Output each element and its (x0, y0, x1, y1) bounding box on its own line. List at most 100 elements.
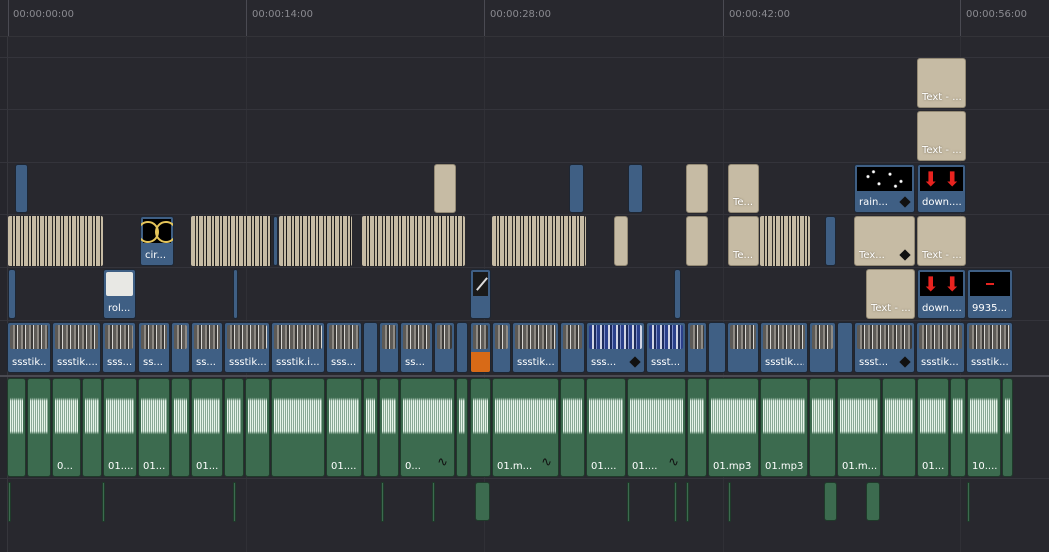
audio-clip[interactable] (381, 482, 384, 522)
video-clip[interactable]: ssstik... (7, 322, 51, 373)
audio-clip[interactable]: 01.m... (837, 378, 881, 477)
audio-clip[interactable] (224, 378, 244, 477)
title-clip[interactable]: Text - ... (917, 111, 966, 161)
video-clip[interactable] (687, 322, 707, 373)
video-clip[interactable]: ⬇ ⬇ down.... (917, 269, 966, 319)
video-clip[interactable]: ssst... (646, 322, 686, 373)
audio-clip[interactable]: 01.... (191, 378, 223, 477)
audio-clip[interactable]: 0... (52, 378, 81, 477)
video-clip[interactable]: rain... (854, 164, 915, 213)
video-clip[interactable]: cir... (140, 216, 174, 266)
audio-clip[interactable]: 01.... (586, 378, 626, 477)
audio-clip[interactable] (809, 378, 836, 477)
video-clip[interactable] (470, 269, 491, 319)
video-clip[interactable] (628, 164, 643, 213)
title-clip-group[interactable] (492, 216, 586, 266)
audio-clip[interactable]: 01.... (103, 378, 137, 477)
video-clip[interactable]: ss... (400, 322, 433, 373)
audio-clip[interactable] (1002, 378, 1013, 477)
audio-clip[interactable]: 01.... (326, 378, 362, 477)
video-clip[interactable]: ssst... (854, 322, 915, 373)
audio-clip[interactable]: 10.... (967, 378, 1001, 477)
video-clip[interactable] (171, 322, 190, 373)
audio-clip[interactable] (470, 378, 491, 477)
video-clip[interactable] (456, 322, 468, 373)
title-clip-group[interactable] (279, 216, 352, 266)
timeline[interactable]: 00:00:00:00 00:00:14:00 00:00:28:00 00:0… (0, 0, 1049, 552)
title-clip-group[interactable] (760, 216, 810, 266)
title-clip[interactable]: Text - ... (917, 216, 966, 266)
title-clip[interactable] (686, 164, 708, 213)
video-clip[interactable] (674, 269, 681, 319)
audio-clip[interactable]: 01.... (138, 378, 170, 477)
title-clip-group[interactable] (191, 216, 271, 266)
video-clip[interactable]: ssstik.... (512, 322, 559, 373)
video-clip[interactable]: ⬇ ⬇ down.... (917, 164, 966, 213)
video-clip[interactable]: sss... (586, 322, 645, 373)
title-clip-group[interactable] (8, 216, 103, 266)
audio-clip[interactable] (245, 378, 270, 477)
audio-clip[interactable] (8, 482, 11, 522)
audio-clip[interactable]: 01.... (917, 378, 949, 477)
audio-clip[interactable] (824, 482, 837, 521)
title-clip[interactable] (686, 216, 708, 266)
title-clip-group[interactable] (362, 216, 465, 266)
video-clip[interactable] (708, 322, 726, 373)
audio-clip[interactable] (967, 482, 970, 522)
audio-clip[interactable] (687, 378, 707, 477)
video-clip[interactable]: ss... (138, 322, 170, 373)
audio-clip[interactable] (82, 378, 102, 477)
video-clip[interactable] (492, 322, 511, 373)
audio-clip[interactable] (475, 482, 490, 521)
video-clip[interactable]: rol... (103, 269, 136, 319)
video-clip[interactable]: ssstik.... (52, 322, 101, 373)
audio-clip[interactable] (363, 378, 378, 477)
video-clip[interactable]: sss... (102, 322, 136, 373)
audio-clip[interactable] (233, 482, 236, 522)
video-clip[interactable] (273, 216, 278, 266)
audio-clip[interactable] (456, 378, 468, 477)
selected-video-clip[interactable] (470, 322, 491, 373)
audio-clip[interactable] (882, 378, 916, 477)
title-clip[interactable]: Te... (728, 164, 759, 213)
audio-clip[interactable] (627, 482, 630, 522)
video-clip[interactable] (560, 322, 585, 373)
title-clip[interactable]: Text - ... (866, 269, 915, 319)
video-clip[interactable]: ssstik... (224, 322, 270, 373)
audio-clip[interactable]: 01.... ∿ (627, 378, 686, 477)
audio-clip[interactable] (728, 482, 731, 522)
video-clip[interactable]: 9935... (967, 269, 1013, 319)
title-clip[interactable]: Text - ... (917, 58, 966, 108)
audio-clip[interactable] (686, 482, 689, 522)
video-clip[interactable] (363, 322, 378, 373)
video-clip[interactable] (809, 322, 836, 373)
audio-clip[interactable] (7, 378, 26, 477)
title-clip[interactable]: Tex... (854, 216, 915, 266)
video-clip[interactable]: sss... (326, 322, 362, 373)
video-clip[interactable] (837, 322, 853, 373)
video-clip[interactable]: ss... (191, 322, 223, 373)
title-clip[interactable] (434, 164, 456, 213)
video-clip[interactable]: ssstik.i... (271, 322, 325, 373)
video-clip[interactable] (434, 322, 455, 373)
video-clip[interactable] (15, 164, 28, 213)
audio-clip[interactable] (560, 378, 585, 477)
video-clip[interactable]: ssstik... (966, 322, 1013, 373)
audio-clip[interactable] (866, 482, 880, 521)
video-clip[interactable] (727, 322, 759, 373)
audio-clip[interactable] (171, 378, 190, 477)
audio-clip[interactable]: 01.m... ∿ (492, 378, 559, 477)
audio-clip[interactable] (950, 378, 966, 477)
audio-clip[interactable] (271, 378, 325, 477)
video-clip[interactable] (233, 269, 238, 319)
audio-clip[interactable] (674, 482, 677, 522)
audio-clip[interactable] (102, 482, 105, 522)
video-clip[interactable]: ssstik.... (760, 322, 808, 373)
audio-clip[interactable]: 0... ∿ (400, 378, 455, 477)
video-clip[interactable] (8, 269, 16, 319)
audio-clip[interactable] (27, 378, 51, 477)
audio-clip[interactable] (432, 482, 435, 522)
title-clip[interactable]: Te... (728, 216, 759, 266)
video-clip[interactable] (379, 322, 399, 373)
video-clip[interactable] (569, 164, 584, 213)
